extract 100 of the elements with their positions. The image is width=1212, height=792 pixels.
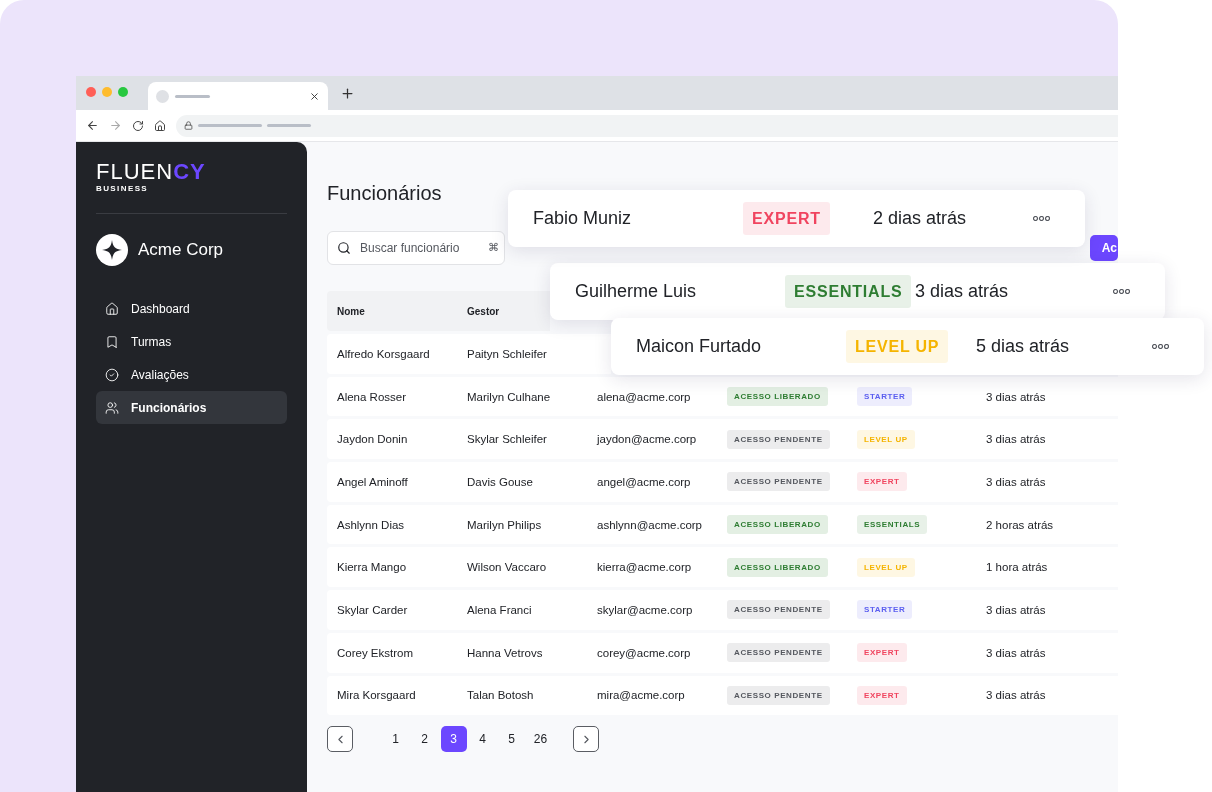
check-circle-icon <box>105 367 119 382</box>
tab-title-placeholder <box>175 94 210 98</box>
table-row[interactable]: Alena Rosser Marilyn Culhane alena@acme.corp ACESSO LIBERADO STARTER 3 dias atrás <box>327 376 1118 417</box>
nav-item[interactable]: Funcionários <box>96 391 287 424</box>
users-icon <box>105 400 119 415</box>
close-tab-icon[interactable] <box>309 90 320 102</box>
manager-cell: Wilson Vaccaro <box>467 561 547 574</box>
nav-item[interactable]: Turmas <box>96 325 287 358</box>
nav-item[interactable]: Avaliações <box>96 358 287 391</box>
manager-cell: Talan Botosh <box>467 689 534 702</box>
time-text: 5 dias atrás <box>976 336 1070 357</box>
time-cell: 3 dias atrás <box>986 390 1046 403</box>
favicon-icon <box>156 89 169 103</box>
new-tab-icon[interactable] <box>340 85 355 101</box>
page-button[interactable]: 4 <box>469 726 496 753</box>
access-status-tag: ACESSO LIBERADO <box>727 515 828 535</box>
next-page-button[interactable] <box>573 726 599 753</box>
page-button[interactable]: 2 <box>411 726 438 753</box>
name-cell: Mira Korsgaard <box>337 689 416 702</box>
time-cell: 1 hora atrás <box>986 561 1048 574</box>
name-cell: Kierra Mango <box>337 561 407 574</box>
org-name: Acme Corp <box>138 240 224 260</box>
access-status-tag: ACESSO LIBERADO <box>727 387 828 407</box>
plan-tag: STARTER <box>857 387 913 407</box>
table-row[interactable]: Ashlynn Dias Marilyn Philips ashlynn@acme.corp ACESSO LIBERADO ESSENTIALS 2 horas atrás <box>327 504 1118 545</box>
access-status-tag: ACESSO PENDENTE <box>727 600 830 620</box>
shortcut-hint: ⌘ <box>488 241 499 254</box>
time-cell: 2 horas atrás <box>986 518 1054 531</box>
manager-cell: Skylar Schleifer <box>467 433 547 446</box>
manager-cell: Hanna Vetrovs <box>467 646 543 659</box>
name-cell: Ashlynn Dias <box>337 518 405 531</box>
time-cell: 3 dias atrás <box>986 475 1046 488</box>
email-cell: angel@acme.corp <box>597 475 691 488</box>
plan-tag: EXPERT <box>857 643 907 663</box>
url-placeholder <box>267 124 311 127</box>
plan-tag: ESSENTIALS <box>785 274 912 308</box>
table-row[interactable]: Jaydon Donin Skylar Schleifer jaydon@acme.corp ACESSO PENDENTE LEVEL UP 3 dias atrás <box>327 419 1118 460</box>
page-button[interactable]: 5 <box>498 726 525 753</box>
nav-item[interactable]: Dashboard <box>96 292 287 325</box>
plan-tag: EXPERT <box>857 472 907 492</box>
email-cell: skylar@acme.corp <box>597 603 693 616</box>
lock-icon <box>184 121 193 130</box>
table-row[interactable]: Skylar Carder Alena Franci skylar@acme.corp ACESSO PENDENTE STARTER 3 dias atrás <box>327 590 1118 630</box>
more-icon <box>1033 216 1050 221</box>
back-icon[interactable] <box>86 119 99 132</box>
page-title: Funcionários <box>327 182 442 205</box>
more-icon <box>1152 344 1169 349</box>
more-button[interactable] <box>1152 344 1169 349</box>
time-cell: 3 dias atrás <box>986 689 1046 702</box>
access-status-tag: ACESSO PENDENTE <box>727 643 830 663</box>
previous-page-button[interactable] <box>327 726 353 753</box>
page-button[interactable]: 3 <box>440 726 467 753</box>
employee-name: Guilherme Luis <box>575 281 697 302</box>
page-button[interactable]: 1 <box>382 726 409 753</box>
plan-tag: LEVEL UP <box>846 329 949 363</box>
table-row[interactable]: Alfredo Korsgaard Paityn Schleifer <box>327 334 611 374</box>
plan-tag: STARTER <box>857 600 913 620</box>
time-cell: 3 dias atrás <box>986 433 1046 446</box>
table-row[interactable]: Angel Aminoff Davis Gouse angel@acme.corp ACESSO PENDENTE EXPERT 3 dias atrás <box>327 462 1118 502</box>
name-cell: Skylar Carder <box>337 603 408 616</box>
more-button[interactable] <box>1113 289 1130 294</box>
email-cell: alena@acme.corp <box>597 390 691 403</box>
plan-tag: EXPERT <box>743 201 830 235</box>
home-icon[interactable] <box>154 119 166 132</box>
table-row[interactable]: Mira Korsgaard Talan Botosh mira@acme.corp ACESSO PENDENTE EXPERT 3 dias atrás <box>327 675 1118 716</box>
email-cell: ashlynn@acme.corp <box>597 518 702 531</box>
column-header: Gestor <box>467 305 500 317</box>
table-row[interactable]: Corey Ekstrom Hanna Vetrovs corey@acme.corp ACESSO PENDENTE EXPERT 3 dias atrás <box>327 632 1118 673</box>
email-cell: jaydon@acme.corp <box>597 433 697 446</box>
manager-cell: Paityn Schleifer <box>467 347 547 360</box>
table-row[interactable]: Kierra Mango Wilson Vaccaro kierra@acme.corp ACESSO LIBERADO LEVEL UP 1 hora atrás <box>327 547 1118 588</box>
employee-name: Fabio Muniz <box>533 208 632 229</box>
manager-cell: Marilyn Philips <box>467 518 542 531</box>
name-cell: Jaydon Donin <box>337 433 408 446</box>
plan-tag: LEVEL UP <box>857 557 915 577</box>
time-text: 3 dias atrás <box>915 281 1009 302</box>
page-button[interactable]: 26 <box>527 726 554 753</box>
manager-cell: Davis Gouse <box>467 475 533 488</box>
email-cell: mira@acme.corp <box>597 689 685 702</box>
time-cell: 3 dias atrás <box>986 603 1046 616</box>
name-cell: Alfredo Korsgaard <box>337 347 430 360</box>
email-cell: kierra@acme.corp <box>597 561 692 574</box>
manager-cell: Alena Franci <box>467 603 532 616</box>
access-status-tag: ACESSO LIBERADO <box>727 557 828 577</box>
add-button[interactable]: Ac <box>1089 235 1118 261</box>
more-icon <box>1113 289 1130 294</box>
manager-cell: Marilyn Culhane <box>467 390 551 403</box>
access-status-tag: ACESSO PENDENTE <box>727 429 830 449</box>
time-cell: 3 dias atrás <box>986 646 1046 659</box>
name-cell: Alena Rosser <box>337 390 407 403</box>
reload-icon[interactable] <box>132 119 144 132</box>
logo: FLUENCY BUSINESS <box>96 160 206 193</box>
plan-tag: LEVEL UP <box>857 429 915 449</box>
column-header: Nome <box>337 305 365 317</box>
email-cell: corey@acme.corp <box>597 646 691 659</box>
more-button[interactable] <box>1033 216 1050 221</box>
name-cell: Corey Ekstrom <box>337 646 414 659</box>
home-icon <box>105 301 119 316</box>
plan-tag: ESSENTIALS <box>857 515 928 535</box>
employee-name: Maicon Furtado <box>636 336 762 357</box>
